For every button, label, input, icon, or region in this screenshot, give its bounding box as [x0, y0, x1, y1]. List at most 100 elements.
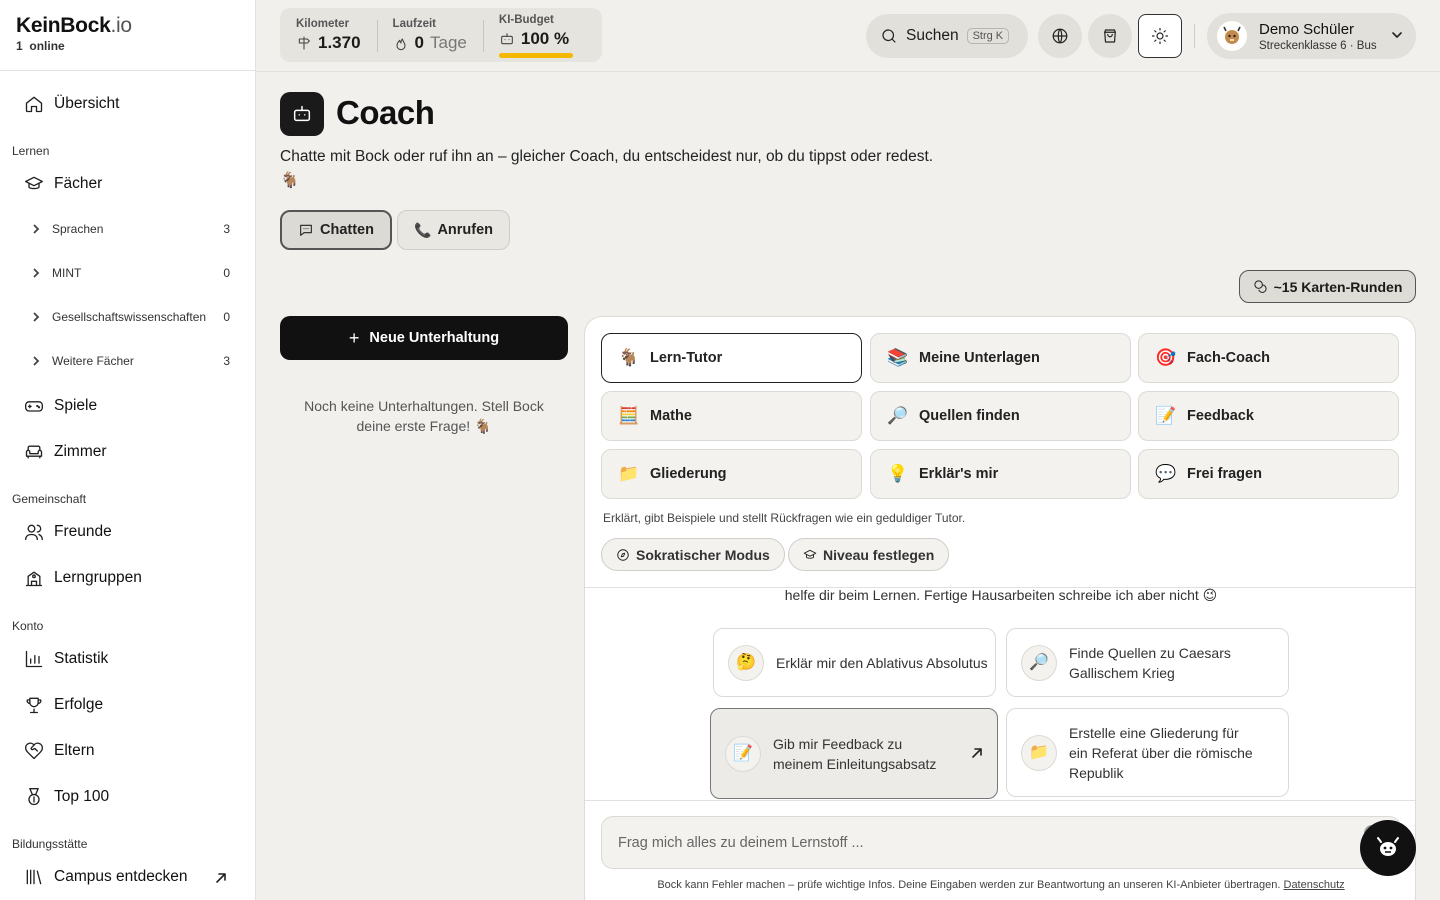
sidebar-subitem-mint[interactable]: MINT 0	[30, 266, 230, 280]
mode-label: Frei fragen	[1187, 466, 1262, 482]
theme-toggle-button[interactable]	[1138, 14, 1182, 58]
chevron-down-icon	[1392, 32, 1402, 38]
sidebar-item-label: Statistik	[54, 650, 109, 667]
sidebar-item-label: Eltern	[54, 742, 95, 759]
mode-label: Lern-Tutor	[650, 350, 723, 366]
suggestion-card[interactable]: 🔎 Finde Quellen zu Caesars Gallischem Kr…	[1006, 628, 1289, 697]
school-building-icon	[25, 571, 43, 587]
page-title: Coach	[336, 94, 435, 131]
topbar-divider	[1194, 24, 1195, 48]
abacus-icon: 🧮	[618, 406, 640, 425]
folder-icon: 📁	[1021, 734, 1057, 771]
chip-label: Sokratischer Modus	[636, 546, 770, 563]
mode-find-sources[interactable]: 🔎 Quellen finden	[870, 391, 1131, 441]
suggestion-text: Erklär mir den Ablativus Absolutus	[776, 654, 988, 671]
shop-button[interactable]	[1088, 14, 1132, 58]
subitem-label: Sprachen	[52, 222, 104, 236]
sidebar-item-label: Übersicht	[54, 95, 120, 112]
mode-description: Erklärt, gibt Beispiele und stellt Rückf…	[603, 511, 966, 525]
sidebar-item-statistics[interactable]: Statistik	[24, 649, 108, 669]
language-button[interactable]	[1038, 14, 1082, 58]
sidebar-item-games[interactable]: Spiele	[24, 396, 97, 416]
sun-icon	[1151, 27, 1169, 45]
greeting-text: helfe dir beim Lernen. Fertige Hausarbei…	[784, 587, 1218, 603]
set-level-button[interactable]: Niveau festlegen	[788, 538, 950, 571]
sidebar-item-study-groups[interactable]: Lerngruppen	[24, 568, 142, 588]
magnifier-icon: 🔎	[887, 406, 909, 425]
mode-label: Erklär's mir	[919, 466, 999, 482]
speech-bubble-icon: 💬	[1155, 464, 1177, 483]
search-label: Suchen	[906, 27, 959, 44]
sidebar-item-subjects[interactable]: Fächer	[24, 174, 102, 194]
new-conversation-button[interactable]: + Neue Unterhaltung	[280, 316, 568, 360]
chevron-right-icon	[33, 356, 40, 366]
sidebar-subitem-languages[interactable]: Sprachen 3	[30, 222, 230, 236]
robot-icon	[501, 33, 513, 45]
search-button[interactable]: Suchen Strg K	[866, 14, 1028, 58]
medal-icon	[28, 788, 40, 806]
sidebar-item-top100[interactable]: Top 100	[24, 787, 109, 807]
magnifier-icon: 🔎	[1021, 644, 1057, 681]
mode-label: Quellen finden	[919, 408, 1020, 424]
sofa-icon	[25, 445, 43, 459]
mode-label: Gliederung	[650, 466, 727, 482]
subitem-count: 0	[223, 310, 230, 324]
sidebar-subitem-social-sciences[interactable]: Gesellschaftswissenschaften 0	[30, 310, 230, 324]
bar-chart-icon	[25, 650, 43, 668]
tab-call[interactable]: 📞 Anrufen	[397, 210, 511, 250]
stat-kilometer: Kilometer 1.370	[280, 8, 377, 62]
sidebar-item-label: Campus entdecken	[54, 868, 188, 885]
profile-menu[interactable]: Demo Schüler Streckenklasse 6 · Bus	[1207, 13, 1416, 59]
card-rounds-badge[interactable]: ~15 Karten-Runden	[1239, 270, 1416, 303]
socratic-mode-toggle[interactable]: Sokratischer Modus	[601, 538, 785, 571]
section-label-community: Gemeinschaft	[12, 492, 87, 506]
flame-icon	[396, 38, 406, 51]
suggestion-card[interactable]: 🤔 Erklär mir den Ablativus Absolutus	[713, 628, 996, 697]
mode-learn-tutor[interactable]: 🐐 Lern-Tutor	[601, 333, 862, 383]
chat-bubble-icon	[300, 224, 312, 236]
page-description-text: Chatte mit Bock oder ruf ihn an – gleich…	[280, 148, 934, 165]
stat-runtime: Laufzeit 0 Tage	[376, 8, 483, 62]
mode-feedback[interactable]: 📝 Feedback	[1138, 391, 1399, 441]
external-link-icon	[216, 873, 226, 883]
sidebar-item-label: Freunde	[54, 523, 112, 540]
plus-icon: +	[348, 327, 360, 348]
mode-subject-coach[interactable]: 🎯 Fach-Coach	[1138, 333, 1399, 383]
target-icon: 🎯	[1155, 348, 1177, 367]
sidebar-item-label: Fächer	[54, 175, 103, 192]
bock-assistant-button[interactable]	[1360, 820, 1416, 876]
sidebar-item-overview[interactable]: Übersicht	[24, 94, 119, 114]
mode-explain[interactable]: 💡 Erklär's mir	[870, 449, 1131, 499]
library-icon	[26, 869, 42, 885]
sidebar-item-parents[interactable]: Eltern	[24, 741, 95, 761]
stat-value: 0	[414, 33, 425, 52]
sidebar-item-achievements[interactable]: Erfolge	[24, 695, 103, 715]
search-icon	[882, 29, 896, 43]
suggestion-card[interactable]: 📝 Gib mir Feedback zu meinem Einleitungs…	[710, 708, 998, 799]
mode-my-documents[interactable]: 📚 Meine Unterlagen	[870, 333, 1131, 383]
card-rounds-label: ~15 Karten-Runden	[1273, 278, 1403, 295]
message-input[interactable]: Frag mich alles zu deinem Lernstoff ...	[601, 816, 1401, 869]
tab-chat[interactable]: Chatten	[280, 210, 392, 250]
sidebar-item-room[interactable]: Zimmer	[24, 442, 107, 462]
divider	[585, 800, 1415, 801]
mode-math[interactable]: 🧮 Mathe	[601, 391, 862, 441]
sidebar-subitem-other-subjects[interactable]: Weitere Fächer 3	[30, 354, 230, 368]
coins-icon	[1254, 280, 1267, 293]
budget-progress-fill	[498, 53, 573, 58]
sidebar-item-campus[interactable]: Campus entdecken	[24, 867, 188, 887]
mode-outline[interactable]: 📁 Gliederung	[601, 449, 862, 499]
compass-icon	[617, 548, 629, 561]
sidebar-item-friends[interactable]: Freunde	[24, 522, 112, 542]
mode-free-ask[interactable]: 💬 Frei fragen	[1138, 449, 1399, 499]
page-description: Chatte mit Bock oder ruf ihn an – gleich…	[280, 145, 980, 193]
stat-label: KI-Budget	[498, 14, 554, 26]
stat-value: 1.370	[318, 33, 361, 52]
stat-label: Laufzeit	[392, 18, 436, 30]
memo-icon: 📝	[725, 735, 761, 772]
privacy-link[interactable]: Datenschutz	[1284, 879, 1345, 891]
brand-logo[interactable]: KeinBock.io	[16, 14, 239, 38]
subitem-count: 0	[223, 266, 230, 280]
suggestion-card[interactable]: 📁 Erstelle eine Gliederung für ein Refer…	[1006, 708, 1289, 797]
robot-icon	[293, 105, 311, 122]
